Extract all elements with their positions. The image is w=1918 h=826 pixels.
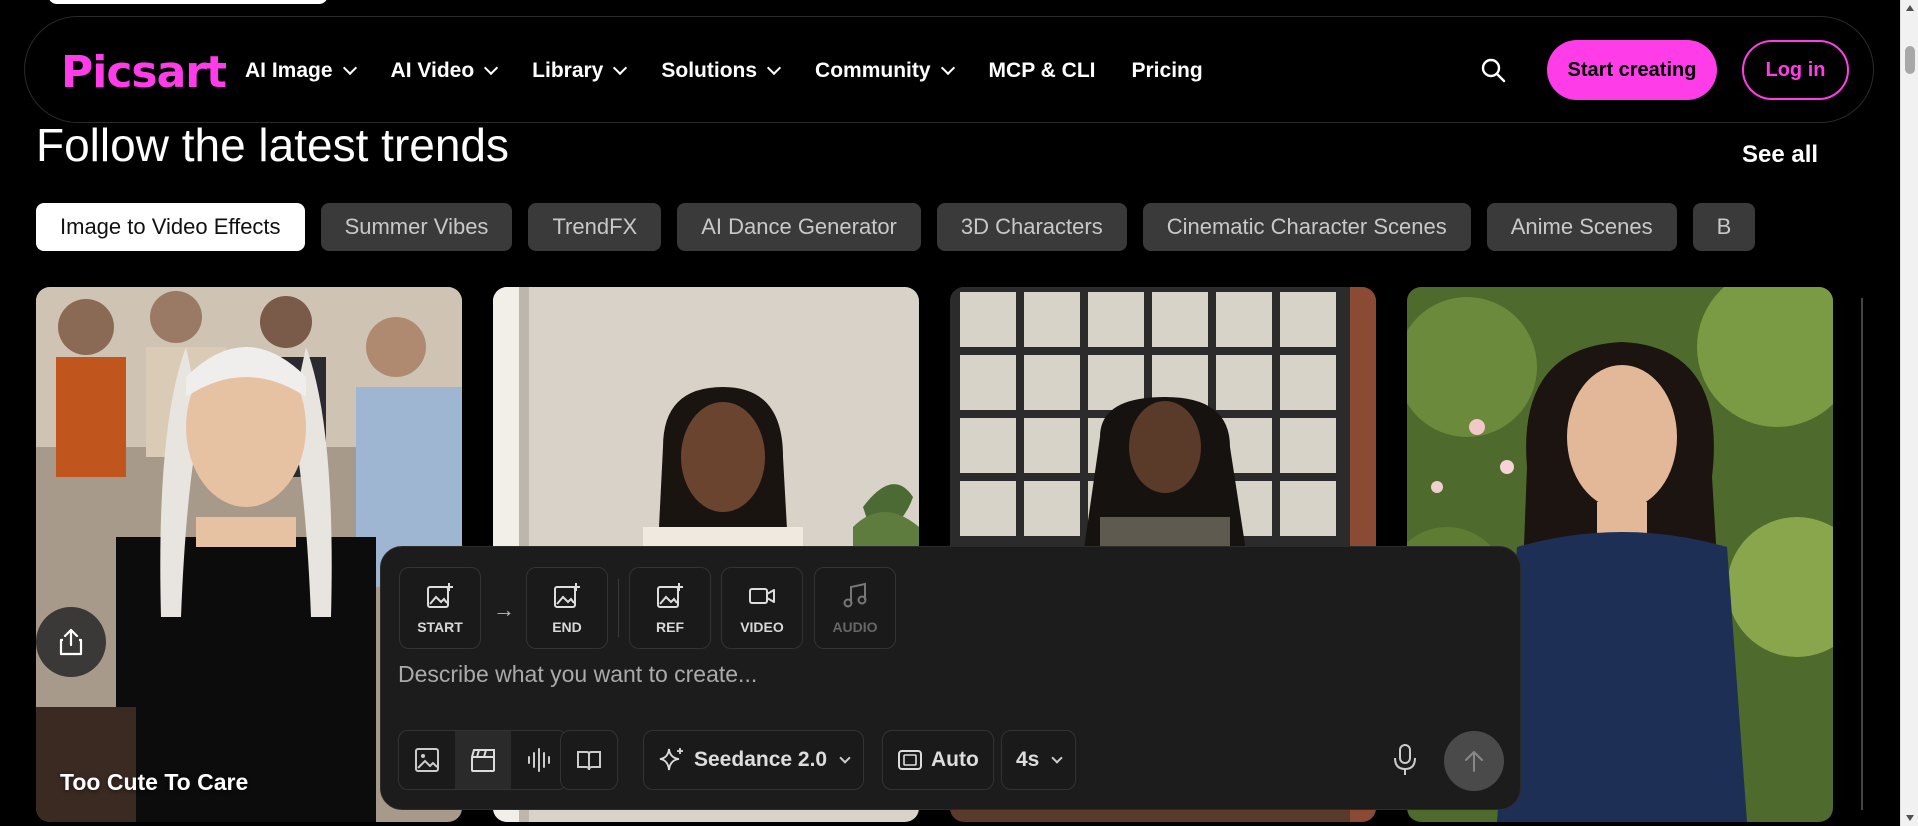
site-header: Picsart AI Image AI Video Library Soluti… [24, 16, 1874, 123]
chip-partial[interactable]: B [1692, 203, 1756, 251]
chip-trendfx[interactable]: TrendFX [528, 203, 662, 251]
chip-image-to-video-effects[interactable]: Image to Video Effects [36, 203, 305, 251]
end-frame-slot[interactable]: END [526, 567, 608, 649]
nav-pricing[interactable]: Pricing [1132, 59, 1203, 83]
model-select[interactable]: Seedance 2.0 [643, 730, 865, 790]
add-image-icon [554, 583, 580, 608]
video-slot[interactable]: VIDEO [721, 567, 803, 649]
nav-mcp-cli[interactable]: MCP & CLI [989, 59, 1096, 83]
book-icon [577, 751, 601, 771]
divider [618, 579, 619, 637]
chevron-down-icon [484, 60, 499, 75]
chevron-down-icon [342, 60, 357, 75]
clapperboard-icon [471, 749, 495, 772]
video-camera-icon [749, 588, 775, 604]
nav-label: MCP & CLI [988, 58, 1096, 82]
see-all-link[interactable]: See all [1742, 141, 1818, 169]
card-title: Too Cute To Care [60, 769, 249, 795]
trend-chips: Image to Video Effects Summer Vibes Tren… [36, 203, 1864, 251]
chip-anime-scenes[interactable]: Anime Scenes [1486, 203, 1677, 251]
start-creating-button[interactable]: Start creating [1547, 40, 1717, 100]
video-mode-button[interactable] [455, 731, 511, 789]
share-icon [59, 628, 83, 656]
aspect-label: Auto [931, 748, 979, 771]
add-image-icon [427, 583, 453, 608]
slot-label: VIDEO [740, 619, 784, 635]
share-button[interactable] [36, 607, 106, 677]
image-mode-button[interactable] [399, 731, 455, 789]
chevron-down-icon [766, 60, 782, 75]
nav-community[interactable]: Community [815, 58, 955, 83]
add-image-icon [657, 583, 683, 608]
chip-ai-dance-generator[interactable]: AI Dance Generator [677, 203, 921, 251]
start-frame-slot[interactable]: START [399, 567, 481, 649]
video-prompt-composer: START → END REF VIDEO AUDIO Describe wha… [380, 546, 1521, 810]
top-pill [48, 0, 328, 4]
chevron-down-icon [839, 752, 851, 764]
chip-3d-characters[interactable]: 3D Characters [936, 203, 1127, 251]
search-icon[interactable] [1480, 57, 1506, 83]
chevron-down-icon [613, 60, 628, 75]
audio-slot[interactable]: AUDIO [814, 567, 896, 649]
image-icon [415, 748, 439, 772]
reference-slot[interactable]: REF [629, 567, 711, 649]
arrow-up-icon [1465, 751, 1483, 772]
waveform-icon [528, 748, 550, 772]
scroll-thumb[interactable] [1905, 46, 1915, 74]
mode-toggle-group [398, 730, 568, 790]
slot-label: REF [656, 619, 684, 635]
slot-label: START [417, 619, 463, 635]
nav-ai-video[interactable]: AI Video [390, 58, 499, 83]
scroll-down-arrow[interactable] [1906, 815, 1914, 821]
login-button[interactable]: Log in [1742, 40, 1849, 100]
nav-label: Pricing [1131, 58, 1203, 82]
slot-label: END [552, 619, 582, 635]
page-scrollbar[interactable] [1900, 0, 1918, 826]
duration-select[interactable]: 4s [1001, 730, 1077, 790]
nav-solutions[interactable]: Solutions [661, 58, 782, 83]
scroll-up-arrow[interactable] [1906, 5, 1914, 11]
nav-label: Community [815, 58, 931, 82]
chip-summer-vibes[interactable]: Summer Vibes [320, 203, 513, 251]
nav-label: Solutions [661, 58, 758, 82]
microphone-icon[interactable] [1390, 743, 1420, 777]
carousel-next-edge [1861, 298, 1863, 810]
sparkle-icon [659, 748, 683, 771]
section-title: Follow the latest trends [36, 119, 510, 171]
music-note-icon [843, 582, 867, 608]
aspect-ratio-icon [898, 750, 922, 770]
arrow-right-icon: → [493, 597, 515, 622]
prompt-library-button[interactable] [561, 731, 617, 789]
aspect-ratio-select[interactable]: Auto [882, 730, 994, 790]
prompt-input[interactable]: Describe what you want to create... [398, 661, 757, 688]
model-label: Seedance 2.0 [694, 748, 828, 771]
chevron-down-icon [1051, 752, 1064, 764]
audio-mode-button[interactable] [511, 731, 567, 789]
send-button[interactable] [1444, 731, 1504, 791]
picsart-logo[interactable]: Picsart [61, 47, 227, 98]
nav-label: Library [532, 58, 604, 82]
main-nav: AI Image AI Video Library Solutions Comm… [245, 17, 1239, 124]
slot-label: AUDIO [832, 619, 878, 635]
nav-label: AI Image [245, 58, 333, 82]
nav-label: AI Video [390, 58, 475, 82]
nav-library[interactable]: Library [532, 58, 628, 83]
chip-cinematic-character-scenes[interactable]: Cinematic Character Scenes [1142, 203, 1471, 251]
library-toggle [560, 730, 618, 790]
chevron-down-icon [940, 60, 955, 75]
duration-label: 4s [1016, 748, 1040, 771]
nav-ai-image[interactable]: AI Image [245, 58, 357, 83]
